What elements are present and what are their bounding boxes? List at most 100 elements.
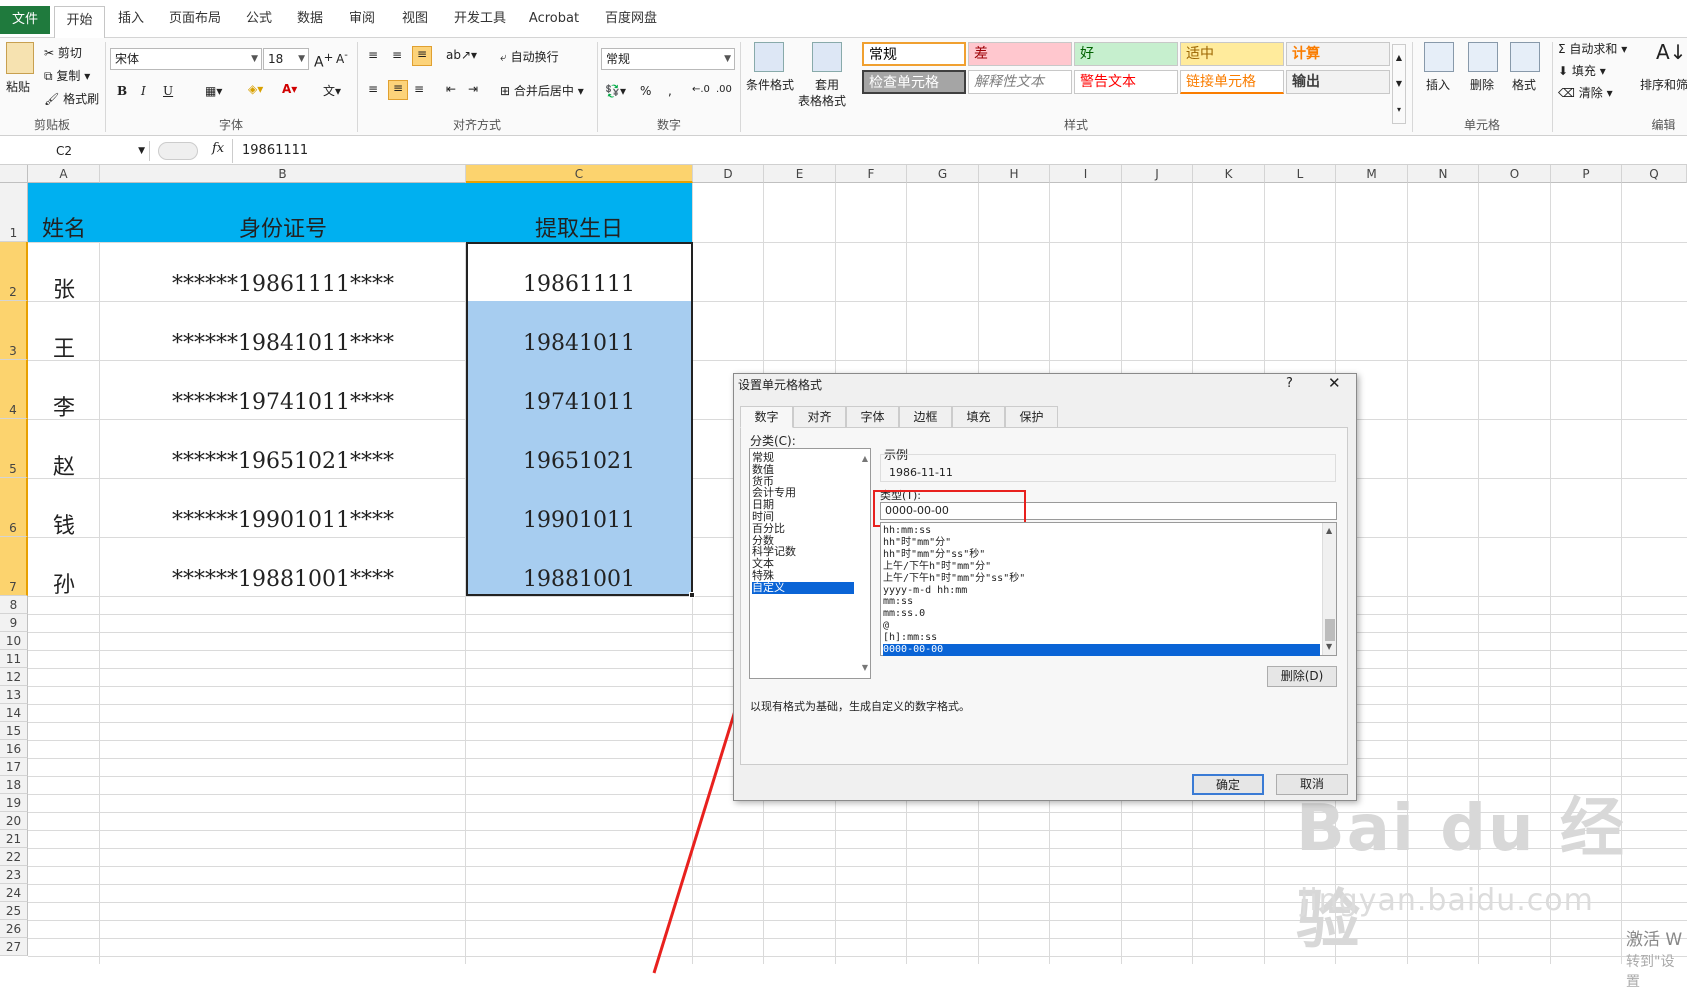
conditional-format-button[interactable]: 条件格式	[746, 76, 794, 93]
column-header-D[interactable]: D	[693, 165, 764, 183]
category-item[interactable]: 百分比	[752, 522, 854, 535]
cell-birth[interactable]: 19651021	[466, 449, 692, 474]
scroll-down-icon[interactable]: ▼	[1326, 641, 1332, 653]
row-header-27[interactable]: 27	[0, 938, 28, 956]
row-header-11[interactable]: 11	[0, 650, 28, 668]
row-header-10[interactable]: 10	[0, 632, 28, 650]
wrap-text-button[interactable]: ⤶ 自动换行	[500, 48, 559, 65]
orientation-icon[interactable]: ab↗▾	[446, 48, 477, 62]
fill-button[interactable]: ⬇ 填充 ▾	[1558, 62, 1606, 79]
row-header-25[interactable]: 25	[0, 902, 28, 920]
column-header-E[interactable]: E	[764, 165, 836, 183]
header-birthday[interactable]: 提取生日	[466, 211, 692, 243]
align-top-icon[interactable]: ≡	[368, 48, 378, 62]
cell-name[interactable]: 钱	[28, 508, 100, 540]
cell-style-4[interactable]: 计算	[1286, 42, 1390, 66]
autosum-button[interactable]: Σ 自动求和 ▾	[1558, 40, 1627, 57]
tab-acrobat[interactable]: Acrobat	[526, 8, 582, 38]
tab-developer[interactable]: 开发工具	[450, 8, 510, 38]
format-code-item[interactable]: mm:ss	[883, 596, 1320, 608]
cell-birth[interactable]: 19861111	[466, 272, 692, 297]
cell-id[interactable]: ******19651021****	[100, 449, 466, 474]
row-header-21[interactable]: 21	[0, 830, 28, 848]
scroll-thumb[interactable]	[1325, 619, 1335, 641]
decrease-indent-icon[interactable]: ⇤	[446, 82, 456, 96]
align-middle-icon[interactable]: ≡	[392, 48, 402, 62]
cell-name[interactable]: 王	[28, 331, 100, 363]
row-header-9[interactable]: 9	[0, 614, 28, 632]
row-header-22[interactable]: 22	[0, 848, 28, 866]
cell-style-9[interactable]: 输出	[1286, 70, 1390, 94]
row-header-3[interactable]: 3	[0, 301, 28, 360]
format-code-item[interactable]: hh"时"mm"分"ss"秒"	[883, 549, 1320, 561]
align-center-icon[interactable]: ≡	[388, 80, 408, 100]
grow-font-button[interactable]: A+	[314, 50, 333, 71]
fx-icon[interactable]: fx	[212, 141, 224, 156]
format-list-scrollbar[interactable]: ▲ ▼	[1322, 523, 1336, 655]
cell-birth[interactable]: 19881001	[466, 567, 692, 592]
category-item[interactable]: 自定义	[752, 581, 854, 594]
cut-button[interactable]: ✂ 剪切	[44, 44, 82, 61]
tab-baidu-netdisk[interactable]: 百度网盘	[600, 8, 662, 38]
column-header-H[interactable]: H	[979, 165, 1050, 183]
dialog-tab-5[interactable]: 保护	[1005, 406, 1058, 428]
row-header-6[interactable]: 6	[0, 478, 28, 537]
format-code-list[interactable]: hh:mm:ss hh"时"mm"分" hh"时"mm"分"ss"秒" 上午/下午h"…	[880, 522, 1337, 656]
cell-id[interactable]: ******19861111****	[100, 272, 466, 297]
cell-birth[interactable]: 19901011	[466, 508, 692, 533]
dialog-tab-0[interactable]: 数字	[740, 406, 793, 428]
column-header-P[interactable]: P	[1551, 165, 1622, 183]
align-right-icon[interactable]: ≡	[414, 82, 424, 96]
format-code-item[interactable]: 0000-00-00	[883, 644, 1320, 656]
decrease-decimal-icon[interactable]: .00	[716, 84, 732, 95]
border-icon[interactable]: ▦▾	[205, 84, 222, 98]
font-name-dropdown[interactable]: 宋体 ▼	[110, 48, 262, 70]
paste-button[interactable]: 粘贴	[6, 78, 30, 95]
column-header-C[interactable]: C	[466, 165, 693, 183]
cell-birth[interactable]: 19741011	[466, 390, 692, 415]
format-code-item[interactable]: mm:ss.0	[883, 608, 1320, 620]
cell-name[interactable]: 赵	[28, 449, 100, 481]
underline-button[interactable]: U	[163, 84, 173, 98]
column-header-N[interactable]: N	[1408, 165, 1479, 183]
sort-filter-button[interactable]: 排序和筛	[1640, 76, 1687, 93]
clear-button[interactable]: ⌫ 清除 ▾	[1558, 84, 1613, 101]
increase-indent-icon[interactable]: ⇥	[468, 82, 478, 96]
bold-button[interactable]: B	[117, 84, 127, 98]
tab-formulas[interactable]: 公式	[242, 8, 276, 38]
copy-button[interactable]: ⧉ 复制 ▾	[44, 67, 90, 84]
phonetic-icon[interactable]: 文▾	[323, 82, 341, 99]
row-header-2[interactable]: 2	[0, 242, 28, 301]
cell-style-5[interactable]: 检查单元格	[862, 70, 966, 94]
scroll-down-icon[interactable]: ▼	[862, 662, 868, 674]
cell-style-3[interactable]: 适中	[1180, 42, 1284, 66]
percent-icon[interactable]: %	[640, 84, 651, 98]
column-header-Q[interactable]: Q	[1622, 165, 1687, 183]
row-header-13[interactable]: 13	[0, 686, 28, 704]
column-header-M[interactable]: M	[1336, 165, 1408, 183]
cell-style-1[interactable]: 差	[968, 42, 1072, 66]
comma-icon[interactable]: ,	[668, 84, 672, 98]
formula-cancel-enter[interactable]	[158, 142, 198, 160]
tab-data[interactable]: 数据	[293, 8, 327, 38]
format-code-item[interactable]: hh"时"mm"分"	[883, 537, 1320, 549]
column-header-O[interactable]: O	[1479, 165, 1551, 183]
gallery-scroll[interactable]: ▲ ▼ ▾	[1392, 44, 1406, 124]
column-header-B[interactable]: B	[100, 165, 466, 183]
close-icon[interactable]: ✕	[1328, 374, 1341, 392]
format-as-table-label[interactable]: 套用	[815, 76, 839, 93]
row-header-4[interactable]: 4	[0, 360, 28, 419]
italic-button[interactable]: I	[141, 84, 146, 98]
increase-decimal-icon[interactable]: ←.0	[692, 84, 710, 95]
format-button[interactable]: 格式	[1512, 76, 1536, 93]
cell-name[interactable]: 孙	[28, 567, 100, 599]
format-code-item[interactable]: [h]:mm:ss	[883, 632, 1320, 644]
row-header-16[interactable]: 16	[0, 740, 28, 758]
cell-name[interactable]: 张	[28, 272, 100, 304]
row-header-19[interactable]: 19	[0, 794, 28, 812]
tab-view[interactable]: 视图	[398, 8, 432, 38]
font-size-dropdown[interactable]: 18 ▼	[263, 48, 309, 70]
cell-id[interactable]: ******19881001****	[100, 567, 466, 592]
merge-center-button[interactable]: ⊞ 合并后居中 ▾	[500, 82, 584, 99]
row-header-23[interactable]: 23	[0, 866, 28, 884]
